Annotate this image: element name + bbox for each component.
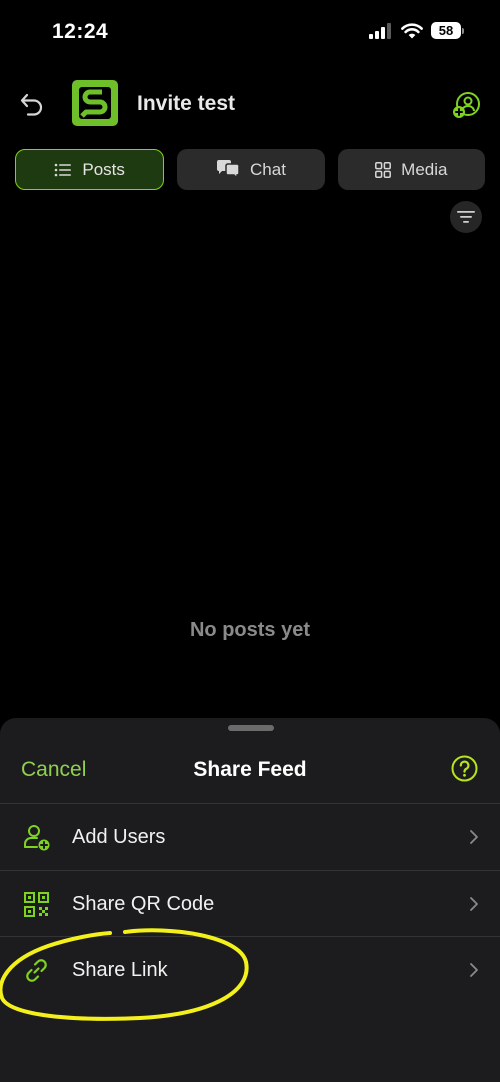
tab-posts-label: Posts — [82, 159, 125, 179]
chevron-right-icon — [470, 897, 478, 911]
feed-header: Invite test — [0, 78, 500, 130]
signal-icon — [369, 22, 391, 39]
add-user-icon — [24, 825, 50, 851]
feed-logo-icon — [72, 80, 118, 126]
chevron-right-icon — [470, 963, 478, 977]
group-add-icon[interactable] — [452, 91, 480, 119]
tab-media[interactable]: Media — [337, 149, 485, 190]
menu-item-label: Share QR Code — [72, 893, 215, 915]
empty-feed-message: No posts yet — [189, 619, 311, 641]
help-icon[interactable] — [451, 755, 478, 782]
menu-item-share-qr-code[interactable]: Share QR Code — [0, 870, 500, 936]
tab-chat-label: Chat — [250, 159, 286, 179]
battery-level: 58 — [431, 22, 461, 39]
back-arrow-icon[interactable] — [18, 90, 46, 118]
wifi-icon — [401, 22, 423, 38]
battery-icon: 58 — [431, 22, 464, 39]
grid-icon — [375, 161, 392, 178]
status-time: 12:24 — [52, 20, 109, 43]
qr-code-icon — [24, 892, 49, 917]
chat-bubbles-icon — [217, 159, 240, 180]
filter-icon — [457, 211, 475, 223]
menu-item-add-users[interactable]: Add Users — [0, 803, 500, 869]
filter-button[interactable] — [450, 201, 482, 233]
tab-chat[interactable]: Chat — [177, 149, 325, 190]
status-bar: 12:24 58 — [0, 0, 500, 60]
sheet-grabber[interactable] — [228, 725, 274, 731]
feed-title: Invite test — [137, 92, 236, 115]
list-icon — [55, 163, 72, 176]
menu-item-label: Add Users — [72, 826, 166, 848]
share-sheet: Cancel Share Feed Add Users Share QR Cod… — [0, 718, 500, 1082]
cancel-button[interactable]: Cancel — [21, 758, 86, 782]
status-icons: 58 — [369, 22, 464, 39]
feed-tabs: Posts Chat Media — [15, 149, 485, 190]
tab-posts[interactable]: Posts — [15, 149, 165, 190]
sheet-header: Cancel Share Feed — [0, 748, 500, 792]
menu-item-share-link[interactable]: Share Link — [0, 936, 500, 1002]
menu-item-label: Share Link — [72, 959, 168, 981]
tab-media-label: Media — [401, 159, 448, 179]
chevron-right-icon — [470, 830, 478, 844]
link-icon — [26, 959, 47, 982]
